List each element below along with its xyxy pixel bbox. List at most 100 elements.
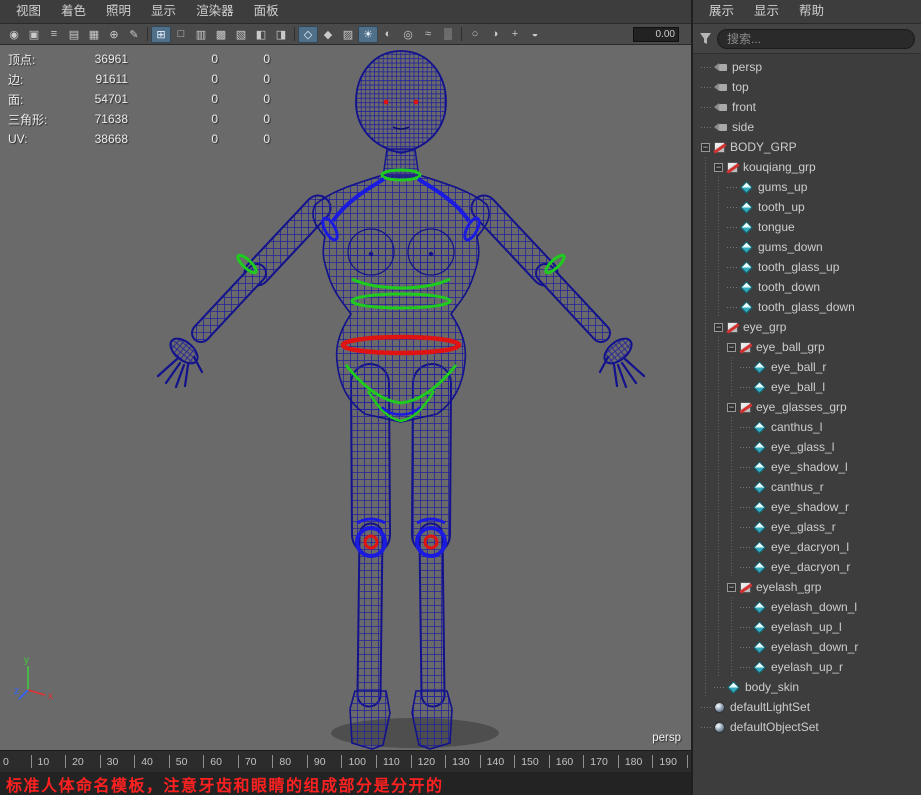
- outliner-item-eyelash_up_r[interactable]: eyelash_up_r: [693, 657, 921, 677]
- outliner-item-BODY_GRP[interactable]: −BODY_GRP: [693, 137, 921, 157]
- timeline-tick[interactable]: 10: [35, 751, 70, 772]
- menu-item[interactable]: 显示: [141, 0, 186, 23]
- outliner-item-eye_ball_r[interactable]: eye_ball_r: [693, 357, 921, 377]
- grid-display-icon[interactable]: ⊞: [151, 26, 171, 43]
- menu-item[interactable]: 面板: [244, 0, 289, 23]
- timeline-tick[interactable]: 170: [587, 751, 622, 772]
- outliner-item-kouqiang_grp[interactable]: −kouqiang_grp: [693, 157, 921, 177]
- lock-camera-icon[interactable]: ▣: [24, 26, 44, 43]
- expand-toggle[interactable]: −: [727, 343, 736, 352]
- outliner-item-tooth_up[interactable]: tooth_up: [693, 197, 921, 217]
- outliner-item-eye_shadow_r[interactable]: eye_shadow_r: [693, 497, 921, 517]
- occlusion-icon[interactable]: ◎: [398, 26, 418, 43]
- gate-mask-icon[interactable]: ▩: [211, 26, 231, 43]
- timeline-tick[interactable]: 40: [138, 751, 173, 772]
- outliner-item-defaultObjectSet[interactable]: defaultObjectSet: [693, 717, 921, 737]
- timeline-tick[interactable]: 110: [380, 751, 415, 772]
- outliner-item-tooth_glass_up[interactable]: tooth_glass_up: [693, 257, 921, 277]
- outliner-item-canthus_l[interactable]: canthus_l: [693, 417, 921, 437]
- time-slider[interactable]: 0102030405060708090100110120130140150160…: [0, 750, 691, 772]
- expand-toggle[interactable]: −: [701, 143, 710, 152]
- outliner-item-eye_glass_l[interactable]: eye_glass_l: [693, 437, 921, 457]
- motion-blur-icon[interactable]: ≈: [418, 26, 438, 43]
- menu-item[interactable]: 着色: [51, 0, 96, 23]
- outliner-item-eye_ball_grp[interactable]: −eye_ball_grp: [693, 337, 921, 357]
- timeline-tick[interactable]: 190: [656, 751, 691, 772]
- expand-toggle[interactable]: −: [727, 403, 736, 412]
- field-chart-icon[interactable]: ▧: [231, 26, 251, 43]
- timeline-tick[interactable]: 20: [69, 751, 104, 772]
- gamma-icon[interactable]: ◒: [525, 26, 545, 43]
- timeline-tick[interactable]: 60: [207, 751, 242, 772]
- timeline-tick[interactable]: 140: [484, 751, 519, 772]
- select-camera-icon[interactable]: ◉: [4, 26, 24, 43]
- timeline-tick[interactable]: 30: [104, 751, 139, 772]
- isolate-select-icon[interactable]: ○: [465, 26, 485, 43]
- search-input[interactable]: [717, 29, 915, 49]
- outliner-item-eye_ball_l[interactable]: eye_ball_l: [693, 377, 921, 397]
- textured-display-icon[interactable]: ▨: [338, 26, 358, 43]
- timeline-tick[interactable]: 80: [276, 751, 311, 772]
- grease-pencil-icon[interactable]: ✎: [124, 26, 144, 43]
- timeline-tick[interactable]: 50: [173, 751, 208, 772]
- outliner-item-defaultLightSet[interactable]: defaultLightSet: [693, 697, 921, 717]
- shaded-display-icon[interactable]: ◆: [318, 26, 338, 43]
- timeline-tick[interactable]: 150: [518, 751, 553, 772]
- outliner-item-gums_up[interactable]: gums_up: [693, 177, 921, 197]
- outliner-item-eye_dacryon_l[interactable]: eye_dacryon_l: [693, 537, 921, 557]
- menu-item[interactable]: 帮助: [789, 0, 834, 23]
- wireframe-display-icon[interactable]: ◇: [298, 26, 318, 43]
- safe-action-icon[interactable]: ◧: [251, 26, 271, 43]
- timeline-tick[interactable]: 180: [622, 751, 657, 772]
- shadows-icon[interactable]: ◐: [378, 26, 398, 43]
- menu-item[interactable]: 照明: [96, 0, 141, 23]
- menu-item[interactable]: 视图: [6, 0, 51, 23]
- outliner-item-top[interactable]: top: [693, 77, 921, 97]
- outliner-item-side[interactable]: side: [693, 117, 921, 137]
- body-wireframe-model[interactable]: [0, 45, 691, 750]
- outliner-item-eye_glass_r[interactable]: eye_glass_r: [693, 517, 921, 537]
- outliner-item-body_skin[interactable]: body_skin: [693, 677, 921, 697]
- outliner-item-persp[interactable]: persp: [693, 57, 921, 77]
- expand-toggle[interactable]: −: [714, 323, 723, 332]
- xray-display-icon[interactable]: ◑: [485, 26, 505, 43]
- timeline-tick[interactable]: 90: [311, 751, 346, 772]
- outliner-item-tooth_down[interactable]: tooth_down: [693, 277, 921, 297]
- outliner-item-canthus_r[interactable]: canthus_r: [693, 477, 921, 497]
- outliner-item-tooth_glass_down[interactable]: tooth_glass_down: [693, 297, 921, 317]
- use-all-lights-icon[interactable]: ☀: [358, 26, 378, 43]
- outliner-item-tongue[interactable]: tongue: [693, 217, 921, 237]
- menu-item[interactable]: 渲染器: [186, 0, 244, 23]
- timeline-tick[interactable]: 130: [449, 751, 484, 772]
- timeline-tick[interactable]: 0: [0, 751, 35, 772]
- outliner-item-eye_dacryon_r[interactable]: eye_dacryon_r: [693, 557, 921, 577]
- timeline-tick[interactable]: 160: [553, 751, 588, 772]
- film-gate-icon[interactable]: □: [171, 26, 191, 43]
- outliner-item-front[interactable]: front: [693, 97, 921, 117]
- timeline-tick[interactable]: 120: [415, 751, 450, 772]
- camera-attributes-icon[interactable]: ≡: [44, 26, 64, 43]
- timeline-tick[interactable]: 100: [345, 751, 380, 772]
- resolution-gate-icon[interactable]: ▥: [191, 26, 211, 43]
- safe-title-icon[interactable]: ◨: [271, 26, 291, 43]
- outliner-item-gums_down[interactable]: gums_down: [693, 237, 921, 257]
- filter-icon[interactable]: [699, 32, 712, 45]
- exposure-field[interactable]: 0.00: [633, 27, 679, 42]
- expand-toggle[interactable]: −: [714, 163, 723, 172]
- xray-joints-icon[interactable]: +: [505, 26, 525, 43]
- expand-toggle[interactable]: −: [727, 583, 736, 592]
- multisample-aa-icon[interactable]: ▒: [438, 26, 458, 43]
- viewport-3d[interactable]: 顶点:3696100 边:9161100 面:5470100 三角形:71638…: [0, 45, 691, 750]
- image-plane-icon[interactable]: ▦: [84, 26, 104, 43]
- outliner-item-eyelash_up_l[interactable]: eyelash_up_l: [693, 617, 921, 637]
- outliner-item-eyelash_down_l[interactable]: eyelash_down_l: [693, 597, 921, 617]
- outliner-item-eye_shadow_l[interactable]: eye_shadow_l: [693, 457, 921, 477]
- outliner-item-eyelash_grp[interactable]: −eyelash_grp: [693, 577, 921, 597]
- timeline-tick[interactable]: 70: [242, 751, 277, 772]
- outliner-item-eye_grp[interactable]: −eye_grp: [693, 317, 921, 337]
- bookmark-view-icon[interactable]: ▤: [64, 26, 84, 43]
- menu-item[interactable]: 展示: [699, 0, 744, 23]
- outliner-item-eyelash_down_r[interactable]: eyelash_down_r: [693, 637, 921, 657]
- pan-zoom-2d-icon[interactable]: ⊕: [104, 26, 124, 43]
- outliner-item-eye_glasses_grp[interactable]: −eye_glasses_grp: [693, 397, 921, 417]
